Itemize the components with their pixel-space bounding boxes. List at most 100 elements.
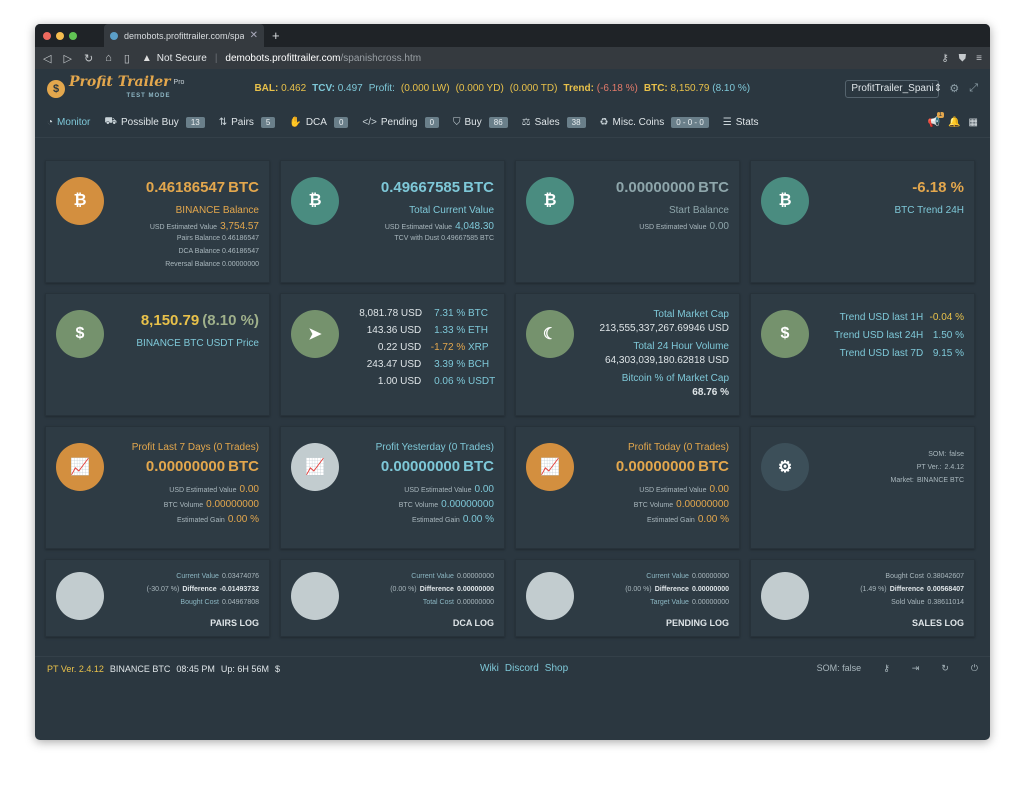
profit-td: (0.000 TD)	[509, 83, 558, 94]
difference-label: Difference	[419, 586, 454, 593]
version-label: PT Ver.:	[916, 464, 942, 471]
nav-possible-buy-label: Possible Buy	[121, 117, 179, 128]
current-value-label: Current Value	[646, 573, 689, 580]
nav-misc-coins[interactable]: ♻ Misc. Coins 0 - 0 - 0	[600, 117, 709, 128]
btc-price-label: BINANCE BTC USDT Price	[136, 338, 259, 349]
browser-window: demobots.profittrailer.com/spanis ✕ + ◁ …	[35, 24, 990, 740]
logout-icon[interactable]: ⇥	[912, 663, 920, 674]
calendar-icon[interactable]: ▦	[969, 117, 978, 128]
bell-icon[interactable]: 🔔	[948, 117, 960, 128]
main-nav: ◔ Monitor ⛟ Possible Buy 13 ⇅ Pairs 5 ✋ DCA 0 <…	[35, 108, 990, 138]
close-window-button[interactable]	[43, 31, 51, 40]
browser-tab[interactable]: demobots.profittrailer.com/spanis ✕	[104, 24, 264, 47]
minimize-window-button[interactable]	[56, 31, 64, 40]
expand-icon[interactable]: ⤢	[969, 82, 978, 95]
reversal-balance: Reversal Balance 0.00000000	[165, 261, 259, 268]
megaphone-icon[interactable]: 📢 1	[928, 112, 945, 128]
nav-pairs[interactable]: ⇅ Pairs 5	[219, 117, 276, 128]
favicon-icon	[110, 31, 118, 40]
menu-icon[interactable]: ≡	[976, 53, 982, 64]
nav-monitor[interactable]: ◔ Monitor	[47, 117, 90, 128]
trend-value: -0.04 %	[929, 312, 964, 323]
refresh-icon[interactable]: ↻	[941, 663, 949, 674]
estimated-gain-value: 0.00 %	[227, 514, 259, 525]
status-bar: PT Ver. 2.4.12 BINANCE BTC 08:45 PM Up: …	[35, 656, 990, 680]
nav-pending-label: Pending	[380, 117, 418, 128]
logo[interactable]: $ Profit Trailer TEST MODE Pro	[47, 75, 184, 103]
profit-label: Profit:	[368, 83, 395, 94]
shop-link[interactable]: Shop	[545, 663, 568, 674]
status-version: PT Ver. 2.4.12	[47, 663, 104, 674]
market-pct: -1.72 %	[430, 342, 466, 353]
btc-volume-value: 0.00000000	[206, 499, 259, 510]
nav-dca-label: DCA	[305, 117, 327, 128]
profit-7days-card: 📈 Profit Last 7 Days (0 Trades) 0.000000…	[45, 426, 270, 549]
forward-icon[interactable]: ▷	[63, 52, 71, 65]
status-currency[interactable]: $	[275, 664, 280, 674]
dca-log-card[interactable]: Current Value 0.00000000 (0.00 %) Differ…	[280, 559, 505, 637]
back-icon[interactable]: ◁	[43, 52, 51, 65]
binance-balance-unit: BTC	[228, 179, 259, 196]
rocket-icon: ➤	[291, 310, 339, 358]
nav-dca[interactable]: ✋ DCA 0	[289, 117, 349, 128]
close-tab-icon[interactable]: ✕	[250, 30, 258, 41]
market-prices-card: ➤ 8,081.78 USD 7.31 % BTC 143.36 USD 1.33 %…	[280, 293, 505, 416]
possible-buy-count: 13	[185, 117, 205, 128]
pending-log-card[interactable]: Current Value 0.00000000 (0.00 %) Differ…	[515, 559, 740, 637]
total-value: 0.49667585	[380, 179, 461, 196]
estimated-gain-label: Estimated Gain	[176, 517, 225, 524]
hand-icon: ✋	[289, 117, 302, 128]
sales-log-card[interactable]: Bought Cost 0.38042607 (1.49 %) Differen…	[750, 559, 975, 637]
total-cost-label: Total Cost	[422, 599, 454, 606]
bookmark-icon[interactable]: ▯	[124, 52, 130, 65]
btc-price-value: 8,150.79	[140, 312, 200, 329]
usd-estimated-label: USD Estimated Value	[384, 224, 452, 231]
nav-buy[interactable]: ⛉ Buy 86	[453, 117, 508, 128]
nav-pairs-label: Pairs	[231, 117, 254, 128]
nav-pending[interactable]: </> Pending 0	[362, 117, 440, 128]
home-icon[interactable]: ⌂	[105, 52, 112, 64]
bought-cost-value: 0.04967808	[222, 599, 259, 606]
nav-possible-buy[interactable]: ⛟ Possible Buy 13	[104, 116, 205, 129]
shield-icon[interactable]: ⛊	[959, 53, 967, 64]
market-coin: XRP	[468, 342, 489, 353]
reload-icon[interactable]: ↻	[84, 52, 93, 65]
tcv-label: TCV:	[312, 83, 335, 94]
pairs-log-pct: (-30.07 %)	[146, 586, 180, 593]
logo-text: Profit Trailer	[69, 73, 171, 90]
btc-trend-value: -6.18 %	[912, 179, 964, 196]
profit-7days-unit: BTC	[228, 458, 259, 475]
nav-buy-label: Buy	[464, 117, 482, 128]
pending-count: 0	[424, 117, 440, 128]
dollar-icon: $	[56, 310, 104, 358]
total-value-unit: BTC	[463, 179, 494, 196]
chart-line-icon: 📈	[526, 443, 574, 491]
key-icon[interactable]: ⚷	[941, 53, 948, 64]
profit-yesterday-title: Profit Yesterday (0 Trades)	[375, 442, 494, 453]
pairs-log-card[interactable]: Current Value 0.03474076 (-30.07 %) Diff…	[45, 559, 270, 637]
market-value: BINANCE BTC	[916, 477, 964, 484]
wiki-link[interactable]: Wiki	[480, 663, 499, 674]
current-value-label: Current Value	[176, 573, 219, 580]
estimated-gain-label: Estimated Gain	[646, 517, 695, 524]
market-label: Market:	[890, 477, 914, 484]
bought-cost-label: Bought Cost	[885, 573, 924, 580]
maximize-window-button[interactable]	[69, 31, 77, 40]
discord-link[interactable]: Discord	[505, 663, 539, 674]
trend-value: (-6.18 %)	[596, 83, 638, 94]
url-field[interactable]: demobots.profittrailer.com/spanishcross.…	[225, 53, 421, 64]
nav-sales[interactable]: ⚖ Sales 38	[522, 117, 586, 128]
power-icon[interactable]: ⏻	[971, 663, 978, 674]
estimated-gain-value: 0.00 %	[697, 514, 729, 525]
logo-pro: Pro	[173, 78, 185, 86]
gear-icon[interactable]: ⚙	[949, 82, 959, 95]
key-icon[interactable]: ⚷	[883, 663, 890, 674]
nav-stats[interactable]: ☰ Stats	[723, 117, 759, 128]
app-header: $ Profit Trailer TEST MODE Pro BAL: 0.46…	[35, 69, 990, 108]
btc-volume-label: BTC Volume	[633, 502, 674, 509]
btc-dominance-value: 68.76 %	[692, 387, 729, 398]
new-tab-button[interactable]: +	[272, 28, 280, 43]
market-row: 243.47 USD 3.39 % BCH	[359, 359, 494, 370]
start-balance-card: ₿ 0.00000000 BTC Start Balance USD Estim…	[515, 160, 740, 283]
config-select[interactable]: ProfitTrailer_Spani ⇕	[845, 79, 942, 98]
